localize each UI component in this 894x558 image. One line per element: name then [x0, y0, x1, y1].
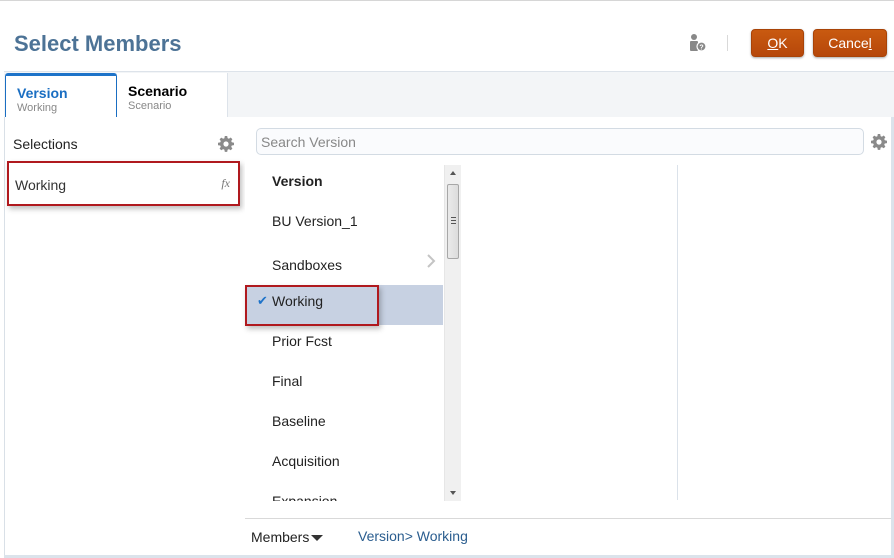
breadcrumb: Version> Working — [358, 528, 468, 544]
list-item-selected[interactable]: ✔ Working — [245, 285, 443, 325]
tab-label: Scenario — [128, 83, 188, 99]
ok-label-rest: K — [778, 35, 788, 51]
caret-down-icon — [311, 535, 324, 542]
toolbar-separator — [727, 35, 728, 51]
gear-icon[interactable] — [218, 136, 234, 152]
list-item-label: Prior Fcst — [272, 333, 332, 349]
list-item-label: Version — [272, 173, 323, 189]
list-scrollbar[interactable] — [444, 165, 461, 501]
list-item-label: Acquisition — [272, 453, 340, 469]
list-item[interactable]: Acquisition — [245, 445, 443, 485]
list-item-label: Expansion — [272, 493, 338, 501]
member-list: Version BU Version_1 Sandboxes ✔ Working… — [245, 165, 445, 501]
tab-sublabel: Working — [17, 102, 58, 114]
members-panel: Version BU Version_1 Sandboxes ✔ Working… — [245, 117, 891, 556]
user-help-icon[interactable]: ? — [689, 33, 707, 53]
list-item[interactable]: Sandboxes — [245, 249, 443, 289]
dimension-tabbar: Version Working Scenario Scenario — [4, 71, 894, 119]
column-divider — [677, 165, 678, 500]
scrollbar-thumb[interactable] — [447, 184, 459, 259]
tab-version[interactable]: Version Working — [5, 73, 117, 119]
list-item-label: Sandboxes — [272, 257, 343, 273]
members-dropdown-label: Members — [251, 529, 310, 545]
cancel-button[interactable]: Cancel — [813, 29, 887, 57]
members-footer: Members Version> Working — [245, 518, 891, 556]
list-item-label: Working — [272, 293, 324, 309]
breadcrumb-item[interactable]: Working — [417, 528, 468, 544]
list-header: Version — [245, 165, 443, 205]
list-item-label: Final — [272, 373, 303, 389]
ok-button[interactable]: OK — [751, 29, 804, 57]
top-divider — [0, 0, 894, 1]
cancel-accesskey: l — [868, 35, 872, 51]
scroll-down-arrow-icon[interactable] — [445, 485, 461, 501]
scroll-up-arrow-icon[interactable] — [445, 165, 461, 181]
list-item[interactable]: Prior Fcst — [245, 325, 443, 365]
list-item-label: Baseline — [272, 413, 326, 429]
selections-heading: Selections — [13, 136, 78, 152]
ok-accesskey: O — [767, 35, 779, 51]
selections-panel: Selections Working fx — [4, 117, 246, 556]
svg-text:?: ? — [699, 45, 703, 52]
list-item[interactable]: Final — [245, 365, 443, 405]
breadcrumb-item[interactable]: Version> — [358, 528, 413, 544]
tab-scenario[interactable]: Scenario Scenario — [117, 73, 228, 119]
list-item-label: BU Version_1 — [272, 213, 358, 229]
grip-icon — [451, 217, 456, 224]
checkmark-icon: ✔ — [257, 293, 268, 308]
selection-item-label: Working — [15, 177, 67, 193]
list-item[interactable]: Expansion — [245, 485, 443, 501]
members-dropdown[interactable]: Members — [251, 529, 324, 545]
function-fx-icon[interactable]: fx — [221, 176, 230, 191]
selection-item[interactable]: Working fx — [7, 161, 240, 206]
list-item[interactable]: Baseline — [245, 405, 443, 445]
tab-label: Version — [17, 85, 68, 101]
cancel-label-prefix: Cance — [828, 35, 869, 51]
chevron-right-icon[interactable] — [426, 254, 436, 268]
dialog-title: Select Members — [14, 31, 182, 56]
search-input[interactable] — [256, 128, 864, 155]
gear-icon[interactable] — [871, 134, 887, 150]
tab-sublabel: Scenario — [128, 100, 172, 112]
list-item[interactable]: BU Version_1 — [245, 205, 443, 245]
